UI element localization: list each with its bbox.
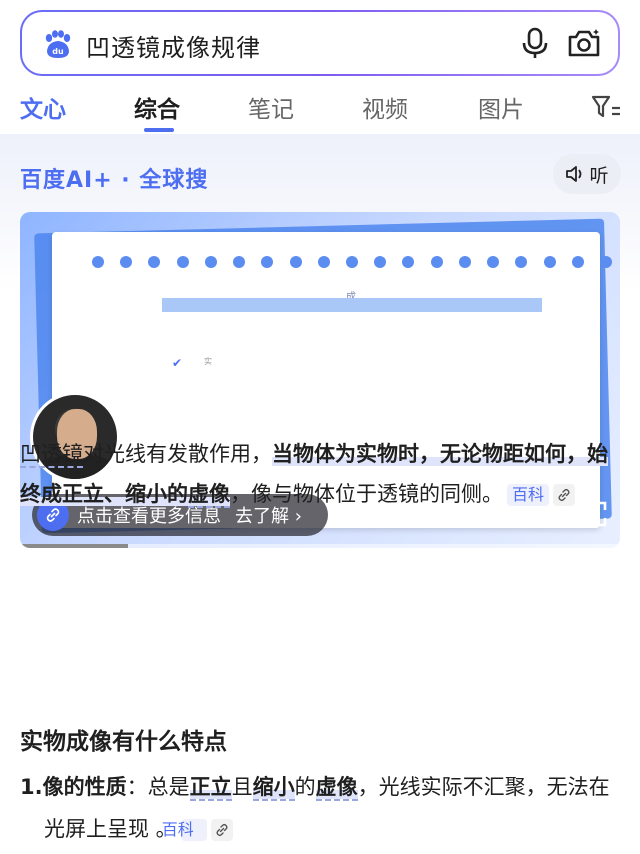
microphone-icon[interactable] [520, 27, 550, 59]
speaker-icon [566, 166, 582, 182]
search-input[interactable]: 凹透镜成像规律 [86, 28, 261, 63]
answer-text-tail: ，像与物体位于透镜的同侧 [230, 482, 482, 506]
answer-paragraph: 凹透镜对光线有发散作用，当物体为实物时，无论物距如何，始终成正立、缩小的虚像，像… [20, 434, 620, 514]
tab-images[interactable]: 图片 [478, 90, 524, 124]
list-item: 1.像的性质：总是正立且缩小的虚像，光线实际不汇聚，无法在光屏上呈现 。百科 [20, 766, 620, 850]
camera-search-icon[interactable] [566, 27, 602, 59]
term-smaller[interactable]: 缩小 [252, 775, 295, 801]
tab-all[interactable]: 综合 [134, 90, 180, 124]
tab-video[interactable]: 视频 [362, 90, 408, 124]
filter-icon[interactable] [590, 94, 622, 120]
baidu-paw-logo-icon: du [45, 30, 71, 58]
list-text: ：总是 [126, 775, 190, 799]
term-upright[interactable]: 正立 [189, 775, 232, 801]
source-tag-baike[interactable]: 百科 [507, 484, 550, 506]
video-progress-fill [20, 544, 128, 548]
section-heading: 实物成像有什么特点 [20, 729, 227, 755]
answer-text: 对光线有发散作用， [83, 442, 272, 466]
notebook-rings [92, 256, 612, 270]
list-text: 的 [294, 775, 316, 799]
video-progress-bar[interactable] [20, 544, 620, 548]
check-mark-icon: ✔ [172, 356, 183, 370]
paper-highlight-bar [162, 298, 542, 312]
search-bar[interactable]: du 凹透镜成像规律 [20, 10, 620, 76]
paper-small-text: 实 [204, 357, 212, 366]
tab-notes[interactable]: 笔记 [248, 90, 294, 124]
answer-term-concave-lens[interactable]: 凹透镜 [20, 442, 83, 468]
term-virtual-image[interactable]: 虚像 [315, 775, 358, 801]
listen-label: 听 [589, 164, 609, 187]
search-tabs: 文心 综合 笔记 视频 图片 [0, 80, 640, 134]
list-item-title: 像的性质 [42, 775, 127, 799]
listen-button[interactable]: 听 [553, 154, 621, 194]
tab-wenxin[interactable]: 文心 [20, 90, 66, 124]
answer-period: 。 [482, 482, 503, 506]
list-text: 且 [231, 775, 253, 799]
svg-text:du: du [52, 47, 64, 56]
source-link-icon[interactable] [553, 484, 576, 506]
ai-brand-title: 百度AI+ · 全球搜 [20, 168, 209, 193]
list-number: 1. [20, 775, 43, 799]
source-tag-baike[interactable]: 百科 [162, 819, 207, 841]
answer-term-virtual-image[interactable]: 虚像 [188, 482, 230, 508]
source-link-icon[interactable] [210, 819, 233, 841]
ai-answer-card: 百度AI+ · 全球搜 听 成 ✔ 实 [0, 134, 640, 854]
active-tab-indicator [144, 128, 174, 132]
